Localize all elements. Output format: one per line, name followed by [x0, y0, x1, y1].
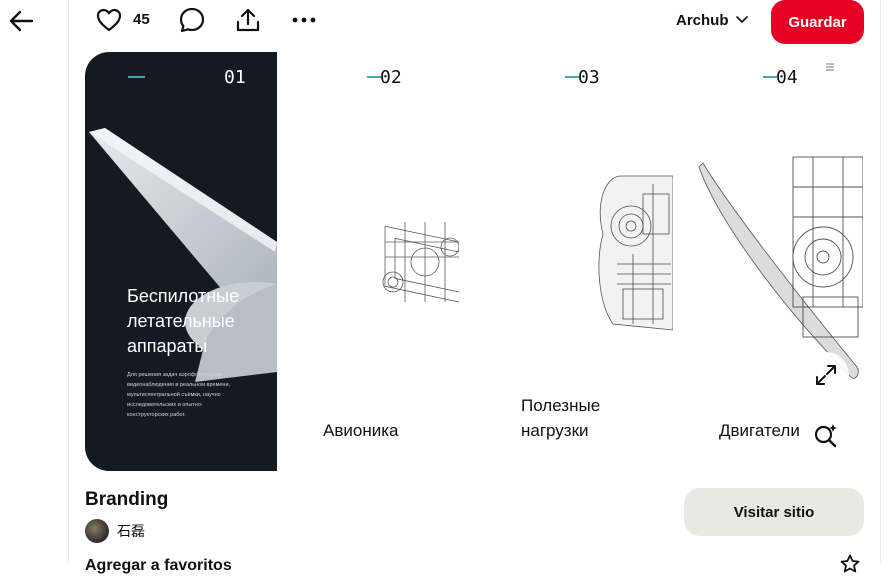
panel-number: 04: [776, 67, 798, 88]
more-options-button[interactable]: [290, 6, 318, 34]
panel-engines: 04 Двигатели: [673, 52, 863, 471]
avatar[interactable]: [85, 519, 109, 543]
pin-title: Branding: [85, 489, 169, 510]
board-name: Archub: [676, 11, 729, 29]
panel-payloads: 03 Полезные нагрузки: [475, 52, 673, 471]
share-button[interactable]: [234, 6, 262, 34]
panel-title: Авионика: [323, 421, 399, 440]
like-count: 45: [133, 11, 150, 28]
chevron-down-icon: [735, 16, 748, 23]
menu-lines-icon: [826, 63, 834, 71]
save-button[interactable]: Guardar: [771, 0, 864, 44]
star-icon: [840, 554, 860, 573]
back-button[interactable]: [6, 6, 36, 36]
visual-search-icon: [814, 424, 837, 448]
creator-profile[interactable]: 石磊: [85, 519, 145, 543]
add-to-favorites-label[interactable]: Agregar a favoritos: [85, 556, 232, 576]
expand-icon: [816, 365, 836, 385]
pin-image[interactable]: 01 Беспилотные летательные аппараты Для …: [85, 52, 863, 471]
expand-button[interactable]: [803, 352, 849, 398]
panel-title: Полезные нагрузки: [521, 396, 601, 440]
creator-name[interactable]: 石磊: [117, 521, 145, 541]
accent-dash: [367, 76, 381, 78]
visit-site-button[interactable]: Visitar sitio: [684, 488, 864, 536]
share-upload-icon: [236, 8, 260, 32]
heart-icon: [96, 8, 122, 32]
accent-dash: [763, 76, 777, 78]
panel-drones: 01 Беспилотные летательные аппараты Для …: [85, 52, 277, 471]
left-rail: [0, 0, 69, 565]
visual-search-button[interactable]: [803, 412, 849, 458]
panel-number: 03: [578, 67, 600, 88]
comment-bubble-icon: [179, 7, 205, 33]
like-button[interactable]: [95, 6, 123, 34]
board-selector[interactable]: Archub: [676, 9, 749, 31]
panel-number: 01: [224, 67, 246, 88]
panel-description: Для решения задач аэрофотосъёмки, видеон…: [127, 372, 231, 418]
accent-dash: [565, 76, 579, 78]
panel-avionics: 02 Авионика: [277, 52, 475, 471]
panel-title: Беспилотные летательные аппараты: [127, 286, 240, 356]
favorite-star-button[interactable]: [840, 554, 860, 579]
panel-number: 02: [380, 67, 402, 88]
panel-title: Двигатели: [719, 421, 800, 440]
more-dots-icon: [292, 17, 316, 23]
avionics-xray-illustration: [382, 202, 475, 332]
accent-dash: [128, 76, 145, 78]
comment-button[interactable]: [178, 6, 206, 34]
payload-xray-illustration: [598, 175, 673, 331]
arrow-left-icon: [9, 10, 34, 32]
right-rail: [880, 0, 888, 565]
